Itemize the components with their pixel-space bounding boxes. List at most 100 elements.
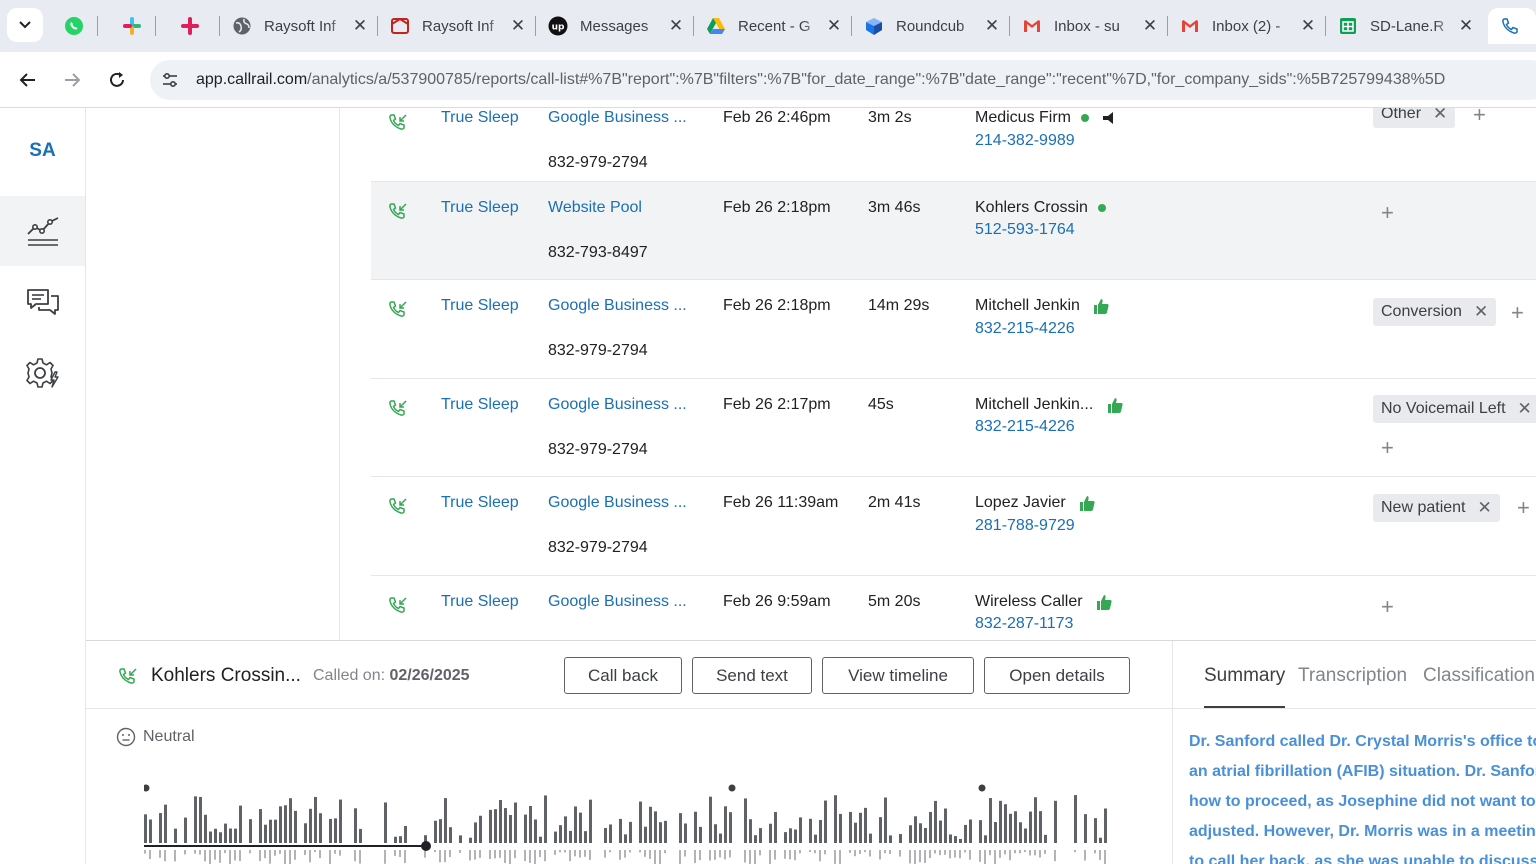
tab-transcription[interactable]: Transcription bbox=[1298, 665, 1407, 687]
waveform-bar bbox=[259, 850, 261, 862]
table-row-selected[interactable]: True Sleep Website Pool 832-793-8497 Feb… bbox=[371, 182, 1536, 280]
table-row[interactable]: True Sleep Google Business ... 832-979-2… bbox=[371, 379, 1536, 477]
tab-google-drive[interactable]: Recent - G ✕ bbox=[694, 8, 852, 44]
slack-icon bbox=[122, 16, 142, 36]
send-text-button[interactable]: Send text bbox=[692, 657, 812, 694]
waveform-bar bbox=[984, 835, 987, 843]
tab-close-button[interactable]: ✕ bbox=[824, 16, 844, 36]
nav-analytics[interactable] bbox=[0, 196, 85, 266]
waveform-bar bbox=[649, 850, 651, 859]
back-button[interactable] bbox=[12, 64, 44, 96]
table-row[interactable]: True Sleep Google Business ... 832-979-2… bbox=[371, 108, 1536, 182]
forward-button[interactable] bbox=[56, 64, 88, 96]
call-back-button[interactable]: Call back bbox=[564, 657, 682, 694]
tab-gmail-2[interactable]: Inbox (2) - ✕ bbox=[1168, 8, 1326, 44]
source-link[interactable]: Google Business ... bbox=[548, 593, 687, 611]
url-bar[interactable]: app.callrail.com/analytics/a/537900785/r… bbox=[150, 60, 1536, 100]
waveform-bar bbox=[969, 819, 972, 843]
tab-callrail-active[interactable] bbox=[1488, 8, 1536, 44]
tab-messages[interactable]: up Messages ✕ bbox=[536, 8, 694, 44]
waveform-bar bbox=[994, 822, 997, 843]
account-logo[interactable]: SA bbox=[0, 140, 85, 162]
tab-summary[interactable]: Summary bbox=[1204, 665, 1286, 708]
caller-name[interactable]: Mitchell Jenkin bbox=[975, 297, 1110, 315]
caller-phone[interactable]: 832-287-1173 bbox=[975, 615, 1073, 633]
waveform-bar bbox=[799, 850, 801, 854]
company-link[interactable]: True Sleep bbox=[441, 297, 519, 315]
tab-close-button[interactable]: ✕ bbox=[1298, 16, 1318, 36]
caller-name[interactable]: Medicus Firm bbox=[975, 109, 1115, 127]
tab-close-button[interactable]: ✕ bbox=[1140, 16, 1160, 36]
caller-phone[interactable]: 512-593-1764 bbox=[975, 221, 1075, 239]
table-row[interactable]: True Sleep Google Business ... 832-979-2… bbox=[371, 477, 1536, 576]
table-row[interactable]: True Sleep Google Business ... 832-979-2… bbox=[371, 280, 1536, 379]
waveform-marker[interactable] bbox=[978, 784, 986, 792]
tab-close-button[interactable]: ✕ bbox=[508, 16, 528, 36]
caller-name[interactable]: Kohlers Crossin bbox=[975, 199, 1106, 217]
waveform-bar bbox=[954, 836, 957, 843]
browser-tab-bar: Raysoft Inf ✕ Raysoft Inf ✕ up Messages … bbox=[0, 0, 1536, 52]
waveform-bar bbox=[329, 818, 332, 843]
audio-waveform[interactable] bbox=[144, 781, 1114, 864]
waveform-bar bbox=[869, 833, 872, 843]
nav-settings[interactable] bbox=[0, 338, 85, 408]
add-tag-button[interactable]: + bbox=[1381, 437, 1394, 459]
playback-scrubber[interactable] bbox=[421, 841, 431, 851]
add-tag-button[interactable]: + bbox=[1381, 596, 1394, 618]
tab-raysoft-2[interactable]: Raysoft Inf ✕ bbox=[378, 8, 536, 44]
tab-slack-1[interactable] bbox=[110, 8, 156, 44]
source-link[interactable]: Google Business ... bbox=[548, 109, 687, 127]
nav-conversations[interactable] bbox=[0, 268, 85, 338]
site-info-icon[interactable] bbox=[150, 60, 190, 100]
company-link[interactable]: True Sleep bbox=[441, 199, 519, 217]
company-link[interactable]: True Sleep bbox=[441, 494, 519, 512]
tag-remove-button[interactable]: ✕ bbox=[1474, 302, 1488, 322]
waveform-bar bbox=[264, 850, 266, 859]
tab-roundcube[interactable]: Roundcub ✕ bbox=[852, 8, 1010, 44]
caller-phone[interactable]: 832-215-4226 bbox=[975, 320, 1075, 338]
waveform-bar bbox=[149, 850, 151, 860]
view-timeline-button[interactable]: View timeline bbox=[822, 657, 974, 694]
waveform-marker[interactable] bbox=[144, 784, 150, 792]
tab-close-button[interactable]: ✕ bbox=[350, 16, 370, 36]
tab-whatsapp[interactable] bbox=[52, 8, 98, 44]
add-tag-button[interactable]: + bbox=[1473, 108, 1486, 126]
company-link[interactable]: True Sleep bbox=[441, 593, 519, 611]
tab-classification[interactable]: Classification bbox=[1423, 665, 1535, 687]
add-tag-button[interactable]: + bbox=[1517, 497, 1530, 519]
waveform-bar bbox=[759, 828, 762, 843]
company-link[interactable]: True Sleep bbox=[441, 109, 519, 127]
tab-close-button[interactable]: ✕ bbox=[666, 16, 686, 36]
tab-gmail-1[interactable]: Inbox - su ✕ bbox=[1010, 8, 1168, 44]
waveform-bar bbox=[534, 819, 537, 843]
tab-close-button[interactable]: ✕ bbox=[982, 16, 1002, 36]
source-link[interactable]: Google Business ... bbox=[548, 396, 687, 414]
waveform-bar bbox=[434, 820, 437, 843]
tab-slack-2[interactable] bbox=[168, 8, 220, 44]
tab-close-button[interactable]: ✕ bbox=[1456, 16, 1476, 36]
add-tag-button[interactable]: + bbox=[1511, 302, 1524, 324]
reload-button[interactable] bbox=[101, 64, 133, 96]
source-link[interactable]: Google Business ... bbox=[548, 297, 687, 315]
tag-remove-button[interactable]: ✕ bbox=[1518, 399, 1532, 419]
tag-remove-button[interactable]: ✕ bbox=[1478, 498, 1492, 518]
waveform-bar bbox=[1019, 822, 1022, 843]
tab-google-sheets[interactable]: SD-Lane.R ✕ bbox=[1326, 8, 1484, 44]
caller-name[interactable]: Mitchell Jenkin... bbox=[975, 396, 1124, 414]
caller-phone[interactable]: 214-382-9989 bbox=[975, 132, 1075, 150]
table-row[interactable]: True Sleep Google Business ... Feb 26 9:… bbox=[371, 576, 1536, 640]
waveform-marker[interactable] bbox=[728, 784, 736, 792]
company-link[interactable]: True Sleep bbox=[441, 396, 519, 414]
open-details-button[interactable]: Open details bbox=[984, 657, 1130, 694]
tab-raysoft-1[interactable]: Raysoft Inf ✕ bbox=[220, 8, 378, 44]
source-link[interactable]: Website Pool bbox=[548, 199, 642, 217]
tag-remove-button[interactable]: ✕ bbox=[1433, 108, 1447, 124]
waveform-bar bbox=[424, 850, 426, 858]
caller-name[interactable]: Lopez Javier bbox=[975, 494, 1096, 512]
caller-phone[interactable]: 281-788-9729 bbox=[975, 517, 1075, 535]
caller-name[interactable]: Wireless Caller bbox=[975, 593, 1113, 611]
add-tag-button[interactable]: + bbox=[1381, 202, 1394, 224]
source-link[interactable]: Google Business ... bbox=[548, 494, 687, 512]
caller-phone[interactable]: 832-215-4226 bbox=[975, 418, 1075, 436]
tab-search-button[interactable] bbox=[7, 8, 43, 42]
